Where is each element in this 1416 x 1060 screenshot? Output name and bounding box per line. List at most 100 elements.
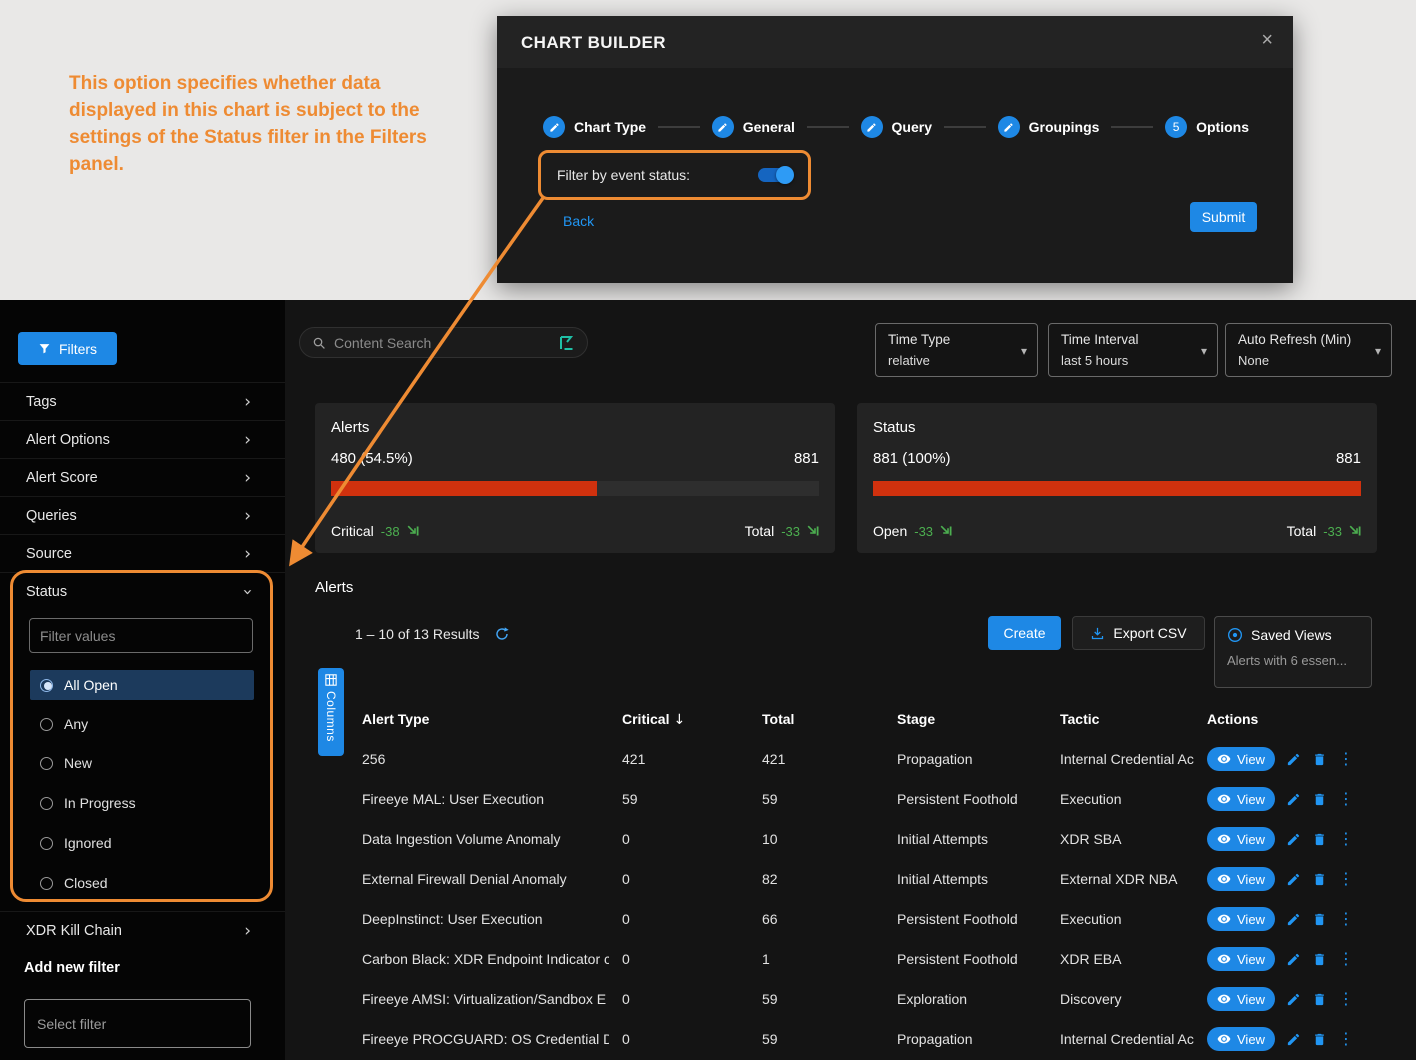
cell-tactic: Discovery xyxy=(1047,991,1194,1007)
more-actions-icon[interactable]: ⋮ xyxy=(1338,1031,1354,1047)
more-actions-icon[interactable]: ⋮ xyxy=(1338,991,1354,1007)
card-foot-label: Open xyxy=(873,523,907,539)
sidebar-item-xdr-kill-chain[interactable]: XDR Kill Chain› xyxy=(0,911,285,949)
edit-icon[interactable] xyxy=(1286,992,1301,1007)
edit-icon[interactable] xyxy=(1286,952,1301,967)
alerts-summary-card: Alerts 480 (54.5%) 881 Critical -38 Tota… xyxy=(315,403,835,553)
search-icon xyxy=(312,336,326,350)
status-option-ignored[interactable]: Ignored xyxy=(30,828,254,858)
close-icon[interactable]: × xyxy=(1261,30,1273,50)
view-button[interactable]: View xyxy=(1207,907,1275,931)
header-critical[interactable]: Critical↓ xyxy=(609,711,749,728)
more-actions-icon[interactable]: ⋮ xyxy=(1338,751,1354,767)
cell-stage: Propagation xyxy=(884,751,1047,767)
view-button[interactable]: View xyxy=(1207,1027,1275,1051)
view-button[interactable]: View xyxy=(1207,987,1275,1011)
card-foot-label: Critical xyxy=(331,523,374,539)
saved-views-button[interactable]: Saved Views Alerts with 6 essen... xyxy=(1214,616,1372,688)
delete-icon[interactable] xyxy=(1312,992,1327,1007)
cell-tactic: Execution xyxy=(1047,911,1194,927)
more-actions-icon[interactable]: ⋮ xyxy=(1338,831,1354,847)
table-row: 256 421 421 Propagation Internal Credent… xyxy=(349,739,1414,779)
cell-alert-type: Fireeye AMSI: Virtualization/Sandbox E xyxy=(349,991,609,1007)
chevron-down-icon: ▾ xyxy=(1375,344,1381,358)
funnel-icon xyxy=(38,342,51,355)
radio-icon xyxy=(40,757,53,770)
create-button[interactable]: Create xyxy=(988,616,1061,650)
edit-icon[interactable] xyxy=(1286,872,1301,887)
card-left-value: 480 (54.5%) xyxy=(331,450,413,467)
status-option-all-open[interactable]: All Open xyxy=(30,670,254,700)
export-csv-button[interactable]: Export CSV xyxy=(1072,616,1205,650)
status-option-any[interactable]: Any xyxy=(30,709,254,739)
header-stage[interactable]: Stage xyxy=(884,711,1047,727)
delta-value: -38 xyxy=(381,524,400,539)
view-button[interactable]: View xyxy=(1207,747,1275,771)
sidebar-item-source[interactable]: Source› xyxy=(0,534,285,572)
step-options[interactable]: 5 Options xyxy=(1165,116,1249,138)
status-filter-input[interactable] xyxy=(29,618,253,653)
radio-icon xyxy=(40,718,53,731)
header-total[interactable]: Total xyxy=(749,711,884,727)
back-link[interactable]: Back xyxy=(563,213,594,229)
step-general[interactable]: General xyxy=(712,116,795,138)
delete-icon[interactable] xyxy=(1312,952,1327,967)
edit-icon[interactable] xyxy=(1286,1032,1301,1047)
delete-icon[interactable] xyxy=(1312,912,1327,927)
time-type-dropdown[interactable]: Time Type relative ▾ xyxy=(875,323,1038,377)
submit-button[interactable]: Submit xyxy=(1190,202,1257,232)
status-option-closed[interactable]: Closed xyxy=(30,868,254,898)
view-button[interactable]: View xyxy=(1207,947,1275,971)
table-header-row: Alert Type Critical↓ Total Stage Tactic … xyxy=(349,704,1414,734)
status-option-new[interactable]: New xyxy=(30,748,254,778)
delta-value: -33 xyxy=(781,524,800,539)
more-actions-icon[interactable]: ⋮ xyxy=(1338,791,1354,807)
delete-icon[interactable] xyxy=(1312,832,1327,847)
sidebar-item-queries[interactable]: Queries› xyxy=(0,496,285,534)
chevron-right-icon: › xyxy=(244,468,251,488)
view-button[interactable]: View xyxy=(1207,787,1275,811)
content-search xyxy=(299,327,588,358)
edit-icon[interactable] xyxy=(1286,912,1301,927)
delete-icon[interactable] xyxy=(1312,792,1327,807)
sidebar-item-tags[interactable]: Tags› xyxy=(0,382,285,420)
step-chart-type[interactable]: Chart Type xyxy=(543,116,646,138)
filters-button[interactable]: Filters xyxy=(18,332,117,365)
sidebar-item-label: Alert Options xyxy=(26,432,110,448)
table-row: DeepInstinct: User Execution 0 66 Persis… xyxy=(349,899,1414,939)
select-filter-dropdown[interactable]: Select filter xyxy=(24,999,251,1048)
auto-refresh-dropdown[interactable]: Auto Refresh (Min) None ▾ xyxy=(1225,323,1392,377)
header-alert-type[interactable]: Alert Type xyxy=(349,711,609,727)
sidebar-item-status[interactable]: Status› xyxy=(0,572,285,610)
delete-icon[interactable] xyxy=(1312,1032,1327,1047)
time-interval-dropdown[interactable]: Time Interval last 5 hours ▾ xyxy=(1048,323,1218,377)
delete-icon[interactable] xyxy=(1312,752,1327,767)
cell-critical: 0 xyxy=(609,1031,749,1047)
edit-icon[interactable] xyxy=(1286,792,1301,807)
table-row: Fireeye MAL: User Execution 59 59 Persis… xyxy=(349,779,1414,819)
step-groupings[interactable]: Groupings xyxy=(998,116,1100,138)
delete-icon[interactable] xyxy=(1312,872,1327,887)
header-tactic[interactable]: Tactic xyxy=(1047,711,1194,727)
more-actions-icon[interactable]: ⋮ xyxy=(1338,911,1354,927)
columns-button[interactable]: Columns xyxy=(318,668,344,756)
sidebar-item-alert-options[interactable]: Alert Options› xyxy=(0,420,285,458)
step-label: Options xyxy=(1196,119,1249,135)
step-query[interactable]: Query xyxy=(861,116,932,138)
view-button[interactable]: View xyxy=(1207,867,1275,891)
status-option-in-progress[interactable]: In Progress xyxy=(30,788,254,818)
edit-icon[interactable] xyxy=(1286,832,1301,847)
event-status-toggle[interactable] xyxy=(758,168,792,182)
more-actions-icon[interactable]: ⋮ xyxy=(1338,951,1354,967)
main-content: Time Type relative ▾ Time Interval last … xyxy=(285,300,1416,1060)
view-button-label: View xyxy=(1237,992,1265,1007)
sidebar-item-alert-score[interactable]: Alert Score› xyxy=(0,458,285,496)
dropdown-value: None xyxy=(1238,353,1379,368)
edit-icon[interactable] xyxy=(1286,752,1301,767)
view-button[interactable]: View xyxy=(1207,827,1275,851)
radio-icon xyxy=(40,877,53,890)
refresh-icon[interactable] xyxy=(494,626,510,642)
brand-logo-icon[interactable] xyxy=(559,336,575,350)
more-actions-icon[interactable]: ⋮ xyxy=(1338,871,1354,887)
search-input[interactable] xyxy=(334,335,551,351)
